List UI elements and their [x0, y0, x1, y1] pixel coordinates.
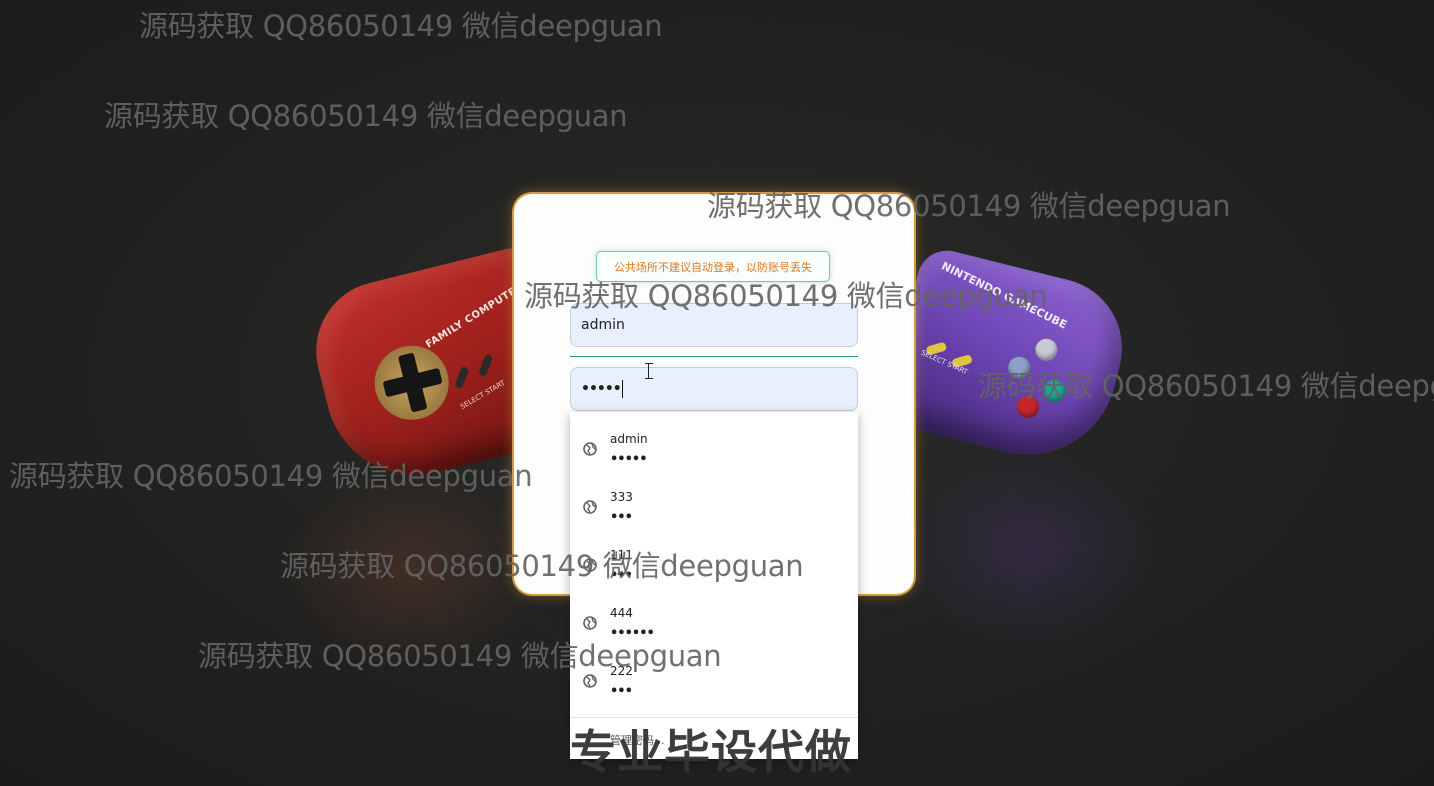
suggestion-password: ••••• [610, 452, 648, 467]
globe-icon [583, 616, 597, 630]
watermark-text: 源码获取 QQ86050149 微信deepguan [707, 189, 1231, 223]
watermark-text: 源码获取 QQ86050149 微信deepgu [978, 369, 1434, 403]
suggestion-password: ••• [610, 684, 633, 699]
controller-buttons-text-left: SELECT START [459, 378, 507, 411]
autofill-suggestion[interactable]: 333 ••• [570, 470, 858, 528]
watermark-text: 源码获取 QQ86050149 微信deepguan [524, 279, 1048, 313]
face-button-light [1033, 336, 1060, 364]
watermark-text: 源码获取 QQ86050149 微信deepguan [9, 459, 533, 493]
watermark-text: 源码获取 QQ86050149 微信deepguan [198, 639, 722, 673]
globe-icon [583, 674, 597, 688]
suggestion-username: admin [610, 432, 648, 446]
password-value: ••••• [581, 381, 622, 397]
select-button-shape [454, 365, 470, 390]
suggestion-username: 333 [610, 490, 633, 504]
floor-reflection-right [900, 450, 1160, 650]
suggestion-username: 444 [610, 606, 633, 620]
suggestion-password: ••• [610, 510, 633, 525]
globe-icon [583, 442, 597, 456]
watermark-text: 源码获取 QQ86050149 微信deepguan [280, 549, 804, 583]
ibeam-cursor-icon [645, 363, 653, 379]
start-button-shape [477, 353, 494, 378]
controller-brand-left: FAMILY COMPUTER [424, 281, 526, 351]
watermark-text: 源码获取 QQ86050149 微信deepguan [104, 99, 628, 133]
password-input[interactable]: ••••• [570, 367, 858, 411]
promo-banner: 专业毕设代做 [570, 725, 852, 779]
autofill-suggestion[interactable]: admin ••••• [570, 412, 858, 470]
globe-icon [583, 500, 597, 514]
username-value: admin [581, 317, 625, 333]
password-autofill-dropdown: admin ••••• 333 ••• 111 ••• 444 •••••• 2… [570, 412, 858, 759]
watermark-text: 源码获取 QQ86050149 微信deepguan [139, 9, 663, 43]
focus-underline [570, 356, 858, 357]
text-caret [621, 380, 623, 398]
